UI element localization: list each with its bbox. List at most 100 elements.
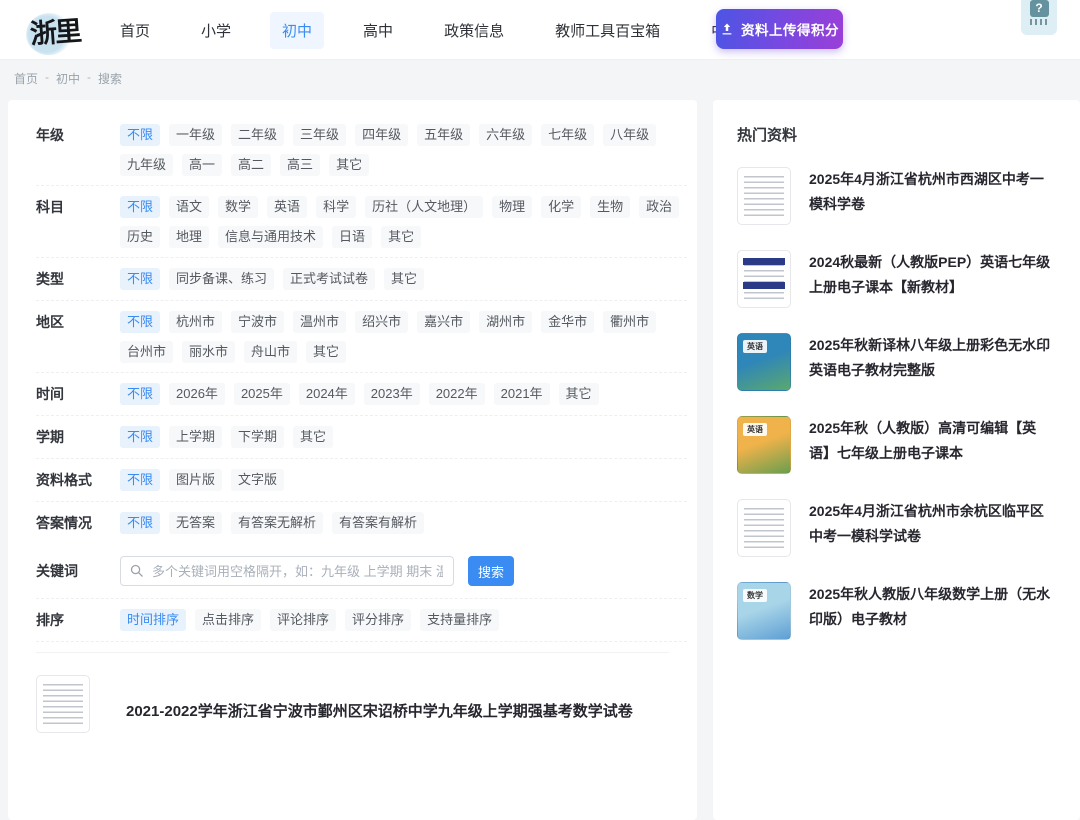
filter-option[interactable]: 地理 [169,226,209,248]
filter-option[interactable]: 2024年 [299,383,355,405]
filter-option[interactable]: 金华市 [541,311,594,333]
filter-option[interactable]: 其它 [381,226,421,248]
filter-option[interactable]: 历史 [120,226,160,248]
filter-option[interactable]: 有答案无解析 [231,512,323,534]
filter-row-label: 资料格式 [36,468,120,492]
filter-option[interactable]: 不限 [120,311,160,333]
hot-resource-item[interactable]: 数学2025年秋人教版八年级数学上册（无水印版）电子教材 [737,582,1054,640]
filter-option[interactable]: 2023年 [364,383,420,405]
hot-resource-item[interactable]: 英语2025年秋（人教版）高清可编辑【英语】七年级上册电子课本 [737,416,1054,474]
filter-option[interactable]: 正式考试试卷 [283,268,375,290]
breadcrumb-item[interactable]: 首页 [14,70,38,87]
resource-title: 2025年4月浙江省杭州市西湖区中考一模科学卷 [809,167,1054,216]
resource-title: 2025年秋新译林八年级上册彩色无水印英语电子教材完整版 [809,333,1054,382]
filter-option[interactable]: 五年级 [417,124,470,146]
nav-item[interactable]: 首页 [108,12,162,49]
filter-option[interactable]: 英语 [267,196,307,218]
filter-option[interactable]: 不限 [120,268,160,290]
filter-option[interactable]: 图片版 [169,469,222,491]
filter-option[interactable]: 生物 [590,196,630,218]
filter-option[interactable]: 六年级 [479,124,532,146]
breadcrumb-item[interactable]: 搜索 [98,70,122,87]
filter-options: 不限杭州市宁波市温州市绍兴市嘉兴市湖州市金华市衢州市台州市丽水市舟山市其它 [120,310,687,363]
filter-option[interactable]: 不限 [120,383,160,405]
filter-option[interactable]: 其它 [293,426,333,448]
filter-option[interactable]: 不限 [120,512,160,534]
filter-option[interactable]: 嘉兴市 [417,311,470,333]
filter-option[interactable]: 物理 [492,196,532,218]
filter-option[interactable]: 其它 [329,154,369,176]
filter-option[interactable]: 绍兴市 [355,311,408,333]
upload-points-button[interactable]: 资料上传得积分 [716,9,843,49]
sort-option[interactable]: 评分排序 [345,609,411,631]
filter-option[interactable]: 衢州市 [603,311,656,333]
site-logo[interactable]: 浙里 [29,8,102,57]
hot-resource-item[interactable]: 2024秋最新（人教版PEP）英语七年级上册电子课本【新教材】 [737,250,1054,308]
filter-option[interactable]: 信息与通用技术 [218,226,323,248]
filter-option[interactable]: 不限 [120,426,160,448]
keyword-search-input[interactable] [120,556,454,586]
filter-option[interactable]: 九年级 [120,154,173,176]
filter-option[interactable]: 四年级 [355,124,408,146]
filter-option[interactable]: 台州市 [120,341,173,363]
result-title[interactable]: 2021-2022学年浙江省宁波市鄞州区宋诏桥中学九年级上学期强基考数学试卷 [126,701,633,733]
filter-option[interactable]: 同步备课、练习 [169,268,274,290]
hot-resource-item[interactable]: 英语2025年秋新译林八年级上册彩色无水印英语电子教材完整版 [737,333,1054,391]
filter-option[interactable]: 其它 [384,268,424,290]
filter-option[interactable]: 政治 [639,196,679,218]
sort-option[interactable]: 时间排序 [120,609,186,631]
filter-option[interactable]: 2022年 [429,383,485,405]
filter-option[interactable]: 历社（人文地理） [365,196,483,218]
sort-option[interactable]: 评论排序 [270,609,336,631]
filter-option[interactable]: 无答案 [169,512,222,534]
question-mark-icon: ? [1030,0,1049,17]
filter-option[interactable]: 语文 [169,196,209,218]
breadcrumb-item[interactable]: 初中 [56,70,80,87]
filter-option[interactable]: 文字版 [231,469,284,491]
filter-option[interactable]: 上学期 [169,426,222,448]
filter-option[interactable]: 2021年 [494,383,550,405]
filter-option[interactable]: 宁波市 [231,311,284,333]
filter-option[interactable]: 湖州市 [479,311,532,333]
filter-option[interactable]: 2025年 [234,383,290,405]
sort-option[interactable]: 点击排序 [195,609,261,631]
filter-option[interactable]: 二年级 [231,124,284,146]
hot-resource-item[interactable]: 2025年4月浙江省杭州市余杭区临平区中考一模科学试卷 [737,499,1054,557]
filter-option[interactable]: 八年级 [603,124,656,146]
filter-option[interactable]: 其它 [306,341,346,363]
filter-option[interactable]: 其它 [559,383,599,405]
filter-option[interactable]: 2026年 [169,383,225,405]
nav-item[interactable]: 初中 [270,12,324,49]
filter-option[interactable]: 有答案有解析 [332,512,424,534]
filter-option[interactable]: 日语 [332,226,372,248]
filter-option[interactable]: 丽水市 [182,341,235,363]
filter-option[interactable]: 杭州市 [169,311,222,333]
filter-option[interactable]: 数学 [218,196,258,218]
nav-item[interactable]: 教师工具百宝箱 [543,12,672,49]
filter-option[interactable]: 温州市 [293,311,346,333]
search-button[interactable]: 搜索 [468,556,514,586]
filter-option[interactable]: 一年级 [169,124,222,146]
filter-option[interactable]: 不限 [120,469,160,491]
filter-row: 地区不限杭州市宁波市温州市绍兴市嘉兴市湖州市金华市衢州市台州市丽水市舟山市其它 [36,301,687,373]
filter-option[interactable]: 舟山市 [244,341,297,363]
filter-option[interactable]: 高三 [280,154,320,176]
nav-item[interactable]: 政策信息 [432,12,516,49]
filter-rows: 年级不限一年级二年级三年级四年级五年级六年级七年级八年级九年级高一高二高三其它科… [36,114,687,544]
filter-option[interactable]: 三年级 [293,124,346,146]
filter-option[interactable]: 七年级 [541,124,594,146]
result-thumbnail[interactable] [36,675,90,733]
hot-list: 2025年4月浙江省杭州市西湖区中考一模科学卷 2024秋最新（人教版PEP）英语… [737,167,1054,640]
sort-option[interactable]: 支持量排序 [420,609,499,631]
nav-item[interactable]: 小学 [189,12,243,49]
nav-item[interactable]: 高中 [351,12,405,49]
hot-resource-item[interactable]: 2025年4月浙江省杭州市西湖区中考一模科学卷 [737,167,1054,225]
filter-option[interactable]: 科学 [316,196,356,218]
filter-option[interactable]: 化学 [541,196,581,218]
help-widget[interactable]: ? [1021,0,1057,35]
filter-option[interactable]: 不限 [120,196,160,218]
filter-option[interactable]: 高二 [231,154,271,176]
filter-option[interactable]: 不限 [120,124,160,146]
filter-option[interactable]: 下学期 [231,426,284,448]
filter-option[interactable]: 高一 [182,154,222,176]
